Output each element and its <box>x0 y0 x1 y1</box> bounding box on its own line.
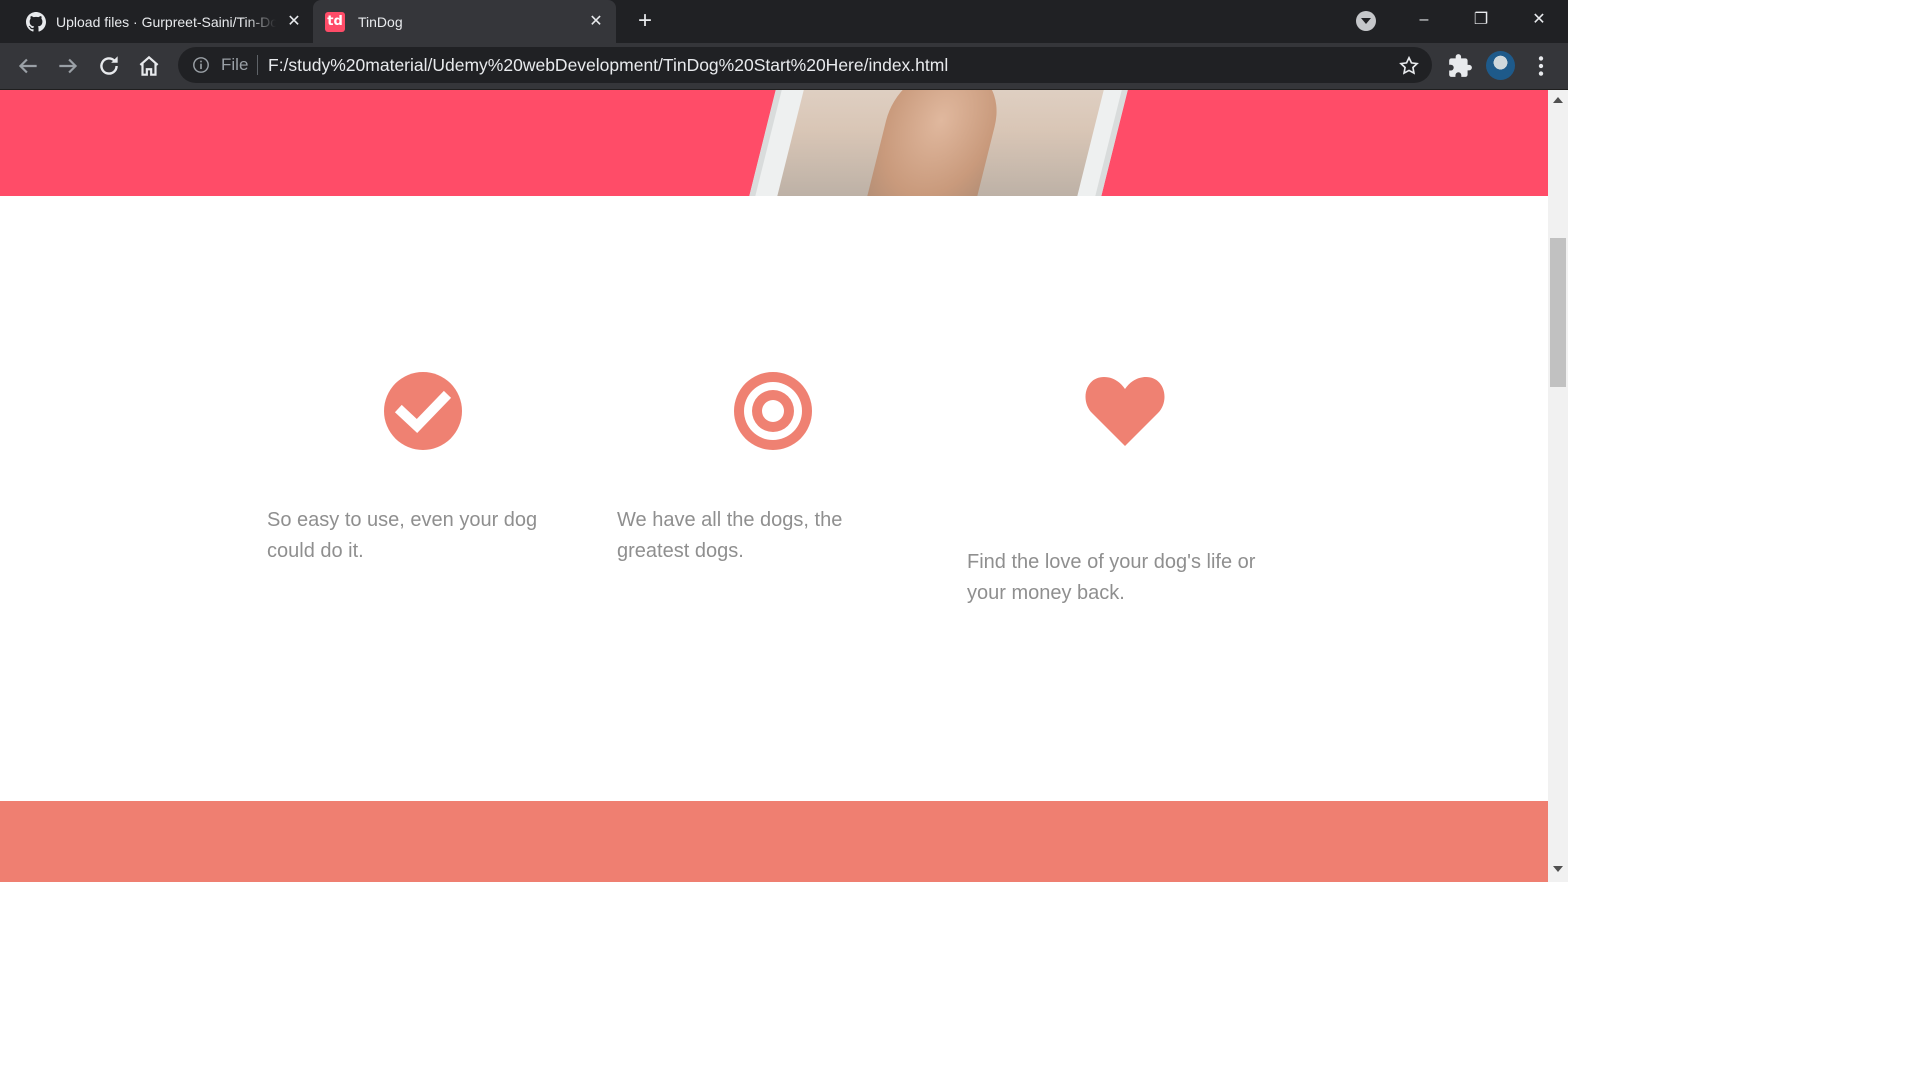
tindog-favicon: td <box>325 12 345 32</box>
address-bar[interactable]: File F:/study%20material/Udemy%20webDeve… <box>178 47 1432 83</box>
tab-title: Upload files · Gurpreet-Saini/Tin-Dog <box>56 14 276 30</box>
features-section: So easy to use, even your dog could do i… <box>0 196 1548 801</box>
check-circle-icon <box>384 372 462 450</box>
heart-icon <box>1085 377 1165 446</box>
menu-kebab-icon[interactable] <box>1527 53 1555 79</box>
next-section <box>0 801 1548 882</box>
browser-toolbar: File F:/study%20material/Udemy%20webDeve… <box>0 43 1568 90</box>
tab-search-icon[interactable] <box>1356 11 1376 31</box>
close-tab-icon[interactable]: ✕ <box>586 12 606 32</box>
github-icon <box>26 12 46 32</box>
close-window-button[interactable]: ✕ <box>1511 0 1567 43</box>
extensions-icon[interactable] <box>1446 53 1474 79</box>
page-scrollbar[interactable] <box>1548 90 1568 882</box>
tab-tindog[interactable]: td TinDog ✕ <box>313 0 616 43</box>
page-viewport: So easy to use, even your dog could do i… <box>0 90 1548 882</box>
bookmark-star-icon[interactable] <box>1398 55 1420 77</box>
tab-upload-files[interactable]: Upload files · Gurpreet-Saini/Tin-Dog ✕ <box>14 0 312 43</box>
bullseye-icon <box>734 372 812 450</box>
close-tab-icon[interactable]: ✕ <box>284 12 304 32</box>
profile-avatar[interactable] <box>1486 51 1515 80</box>
title-section <box>0 90 1548 196</box>
scrollbar-thumb[interactable] <box>1550 238 1566 387</box>
tab-strip: Upload files · Gurpreet-Saini/Tin-Dog ✕ … <box>0 0 1568 43</box>
scheme-label: File <box>221 55 249 74</box>
feature-text: We have all the dogs, the greatest dogs. <box>617 509 843 562</box>
info-icon[interactable] <box>192 56 210 74</box>
home-icon[interactable] <box>135 53 163 79</box>
back-icon[interactable] <box>14 53 42 79</box>
minimize-button[interactable]: – <box>1396 0 1452 43</box>
iphone-mockup-image <box>749 90 1143 196</box>
reload-icon[interactable] <box>95 53 123 79</box>
url-text[interactable]: F:/study%20material/Udemy%20webDevelopme… <box>268 54 948 76</box>
scroll-up-arrow-icon[interactable] <box>1553 97 1563 103</box>
scroll-down-arrow-icon[interactable] <box>1553 866 1563 872</box>
tab-title: TinDog <box>358 14 403 30</box>
forward-icon[interactable] <box>54 53 82 79</box>
feature-text: So easy to use, even your dog could do i… <box>267 509 538 562</box>
restore-button[interactable]: ❐ <box>1453 0 1509 43</box>
feature-text: Find the love of your dog's life or your… <box>967 551 1256 604</box>
new-tab-button[interactable]: + <box>632 9 658 35</box>
dog-photo <box>867 90 1009 196</box>
